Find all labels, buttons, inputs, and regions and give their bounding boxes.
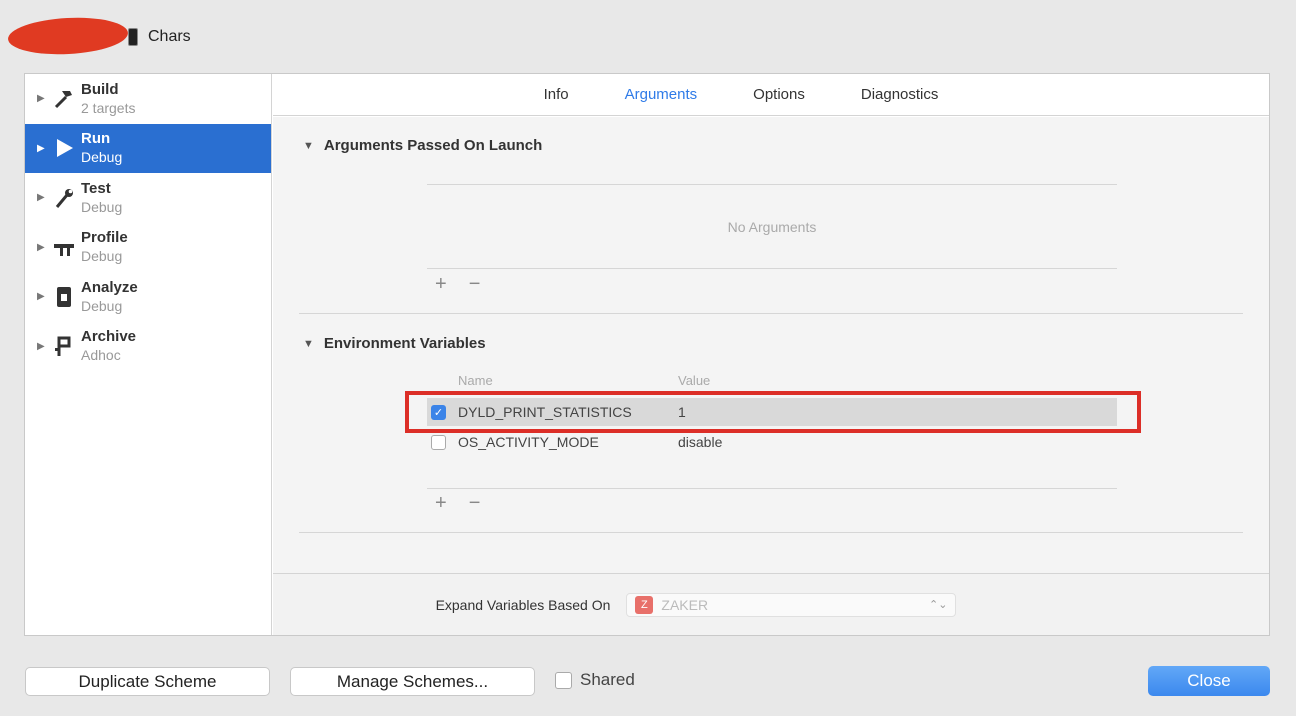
divider [427,184,1117,185]
archive-icon [51,333,77,359]
app-icon: Z [635,595,654,614]
column-header-name[interactable]: Name [458,373,493,388]
analyze-icon [51,284,77,310]
scheme-name: Chars [148,28,191,45]
sidebar-item-title: Test [81,179,111,197]
no-arguments-text: No Arguments [727,219,817,235]
tab-info[interactable]: Info [544,86,569,103]
remove-argument-button[interactable]: − [469,273,481,296]
column-header-value[interactable]: Value [678,373,710,388]
duplicate-scheme-button[interactable]: Duplicate Scheme [25,667,270,696]
sidebar-item-subtitle: Debug [81,297,123,314]
tab-options[interactable]: Options [753,86,805,103]
sidebar-item-title: Build [81,80,119,98]
expand-variables-value: ZAKER [661,596,709,613]
expand-variables-label: Expand Variables Based On [435,596,611,613]
expand-variables-select[interactable]: Z ZAKER ⌃⌄ [626,592,957,617]
disclosure-triangle-icon[interactable]: ▶ [37,291,49,302]
close-button[interactable]: Close [1148,666,1270,696]
arguments-content: ▼ Arguments Passed On Launch No Argument… [273,117,1269,573]
sidebar-item-subtitle: Debug [81,198,123,215]
sidebar-item-title: Analyze [81,278,138,296]
expand-variables-bar: Expand Variables Based On Z ZAKER ⌃⌄ [273,573,1269,635]
disclosure-triangle-icon[interactable]: ▶ [37,341,49,352]
sidebar-item-subtitle: Adhoc [81,347,121,364]
hammer-icon [51,86,77,112]
env-enabled-checkbox[interactable] [431,434,446,450]
tab-arguments[interactable]: Arguments [625,86,698,103]
env-name[interactable]: OS_ACTIVITY_MODE [458,434,678,450]
sidebar-item-title: Profile [81,229,128,247]
action-sidebar: ▶ Build 2 targets ▶ Run Debug ▶ Test Debug … [25,74,272,635]
shared-label: Shared [580,670,635,689]
env-value[interactable]: disable [678,434,722,450]
env-add-remove: + − [435,492,480,515]
instruments-icon [51,234,77,260]
sidebar-item-profile[interactable]: ▶ Profile Debug [25,223,271,273]
chevron-updown-icon: ⌃⌄ [928,599,948,611]
sidebar-item-subtitle: 2 targets [81,99,136,116]
tab-bar: Info Arguments Options Diagnostics [273,74,1269,116]
sidebar-item-archive[interactable]: ▶ Archive Adhoc [25,322,271,372]
wrench-icon [51,185,77,211]
tab-diagnostics[interactable]: Diagnostics [861,86,939,103]
shared-checkbox[interactable] [555,671,572,689]
collapse-triangle-icon[interactable]: ▼ [303,140,314,152]
collapse-triangle-icon[interactable]: ▼ [303,338,314,350]
disclosure-triangle-icon[interactable]: ▶ [37,143,49,154]
redaction-mark [7,14,129,58]
scheme-editor-dialog: ▶ Build 2 targets ▶ Run Debug ▶ Test Debug … [24,73,1270,636]
env-section-title: Environment Variables [323,335,486,352]
sidebar-item-subtitle: Debug [81,248,123,265]
device-icon [128,28,138,46]
play-icon [51,135,77,161]
scheme-selector[interactable]: Chars [128,26,191,48]
sidebar-item-subtitle: Debug [81,149,123,166]
divider [299,532,1243,533]
sidebar-item-build[interactable]: ▶ Build 2 targets [25,74,271,124]
add-argument-button[interactable]: + [435,273,447,296]
sidebar-item-analyze[interactable]: ▶ Analyze Debug [25,272,271,322]
arguments-section-header[interactable]: ▼ Arguments Passed On Launch [303,137,542,154]
shared-toggle[interactable]: Shared [555,670,635,690]
disclosure-triangle-icon[interactable]: ▶ [37,93,49,104]
sidebar-item-title: Archive [81,328,137,346]
main-panel: Info Arguments Options Diagnostics ▼ Arg… [273,74,1269,635]
divider [427,488,1117,489]
sidebar-item-test[interactable]: ▶ Test Debug [25,173,271,223]
annotation-highlight-box [405,391,1141,433]
sidebar-item-run[interactable]: ▶ Run Debug [25,123,271,173]
divider [299,313,1243,314]
env-section-header[interactable]: ▼ Environment Variables [303,335,486,352]
disclosure-triangle-icon[interactable]: ▶ [37,242,49,253]
disclosure-triangle-icon[interactable]: ▶ [37,192,49,203]
arguments-add-remove: + − [435,273,480,296]
add-env-button[interactable]: + [435,492,447,515]
remove-env-button[interactable]: − [469,492,481,515]
manage-schemes-button[interactable]: Manage Schemes... [290,667,535,696]
arguments-section-title: Arguments Passed On Launch [323,137,543,154]
sidebar-item-title: Run [81,130,111,148]
divider [427,268,1117,269]
